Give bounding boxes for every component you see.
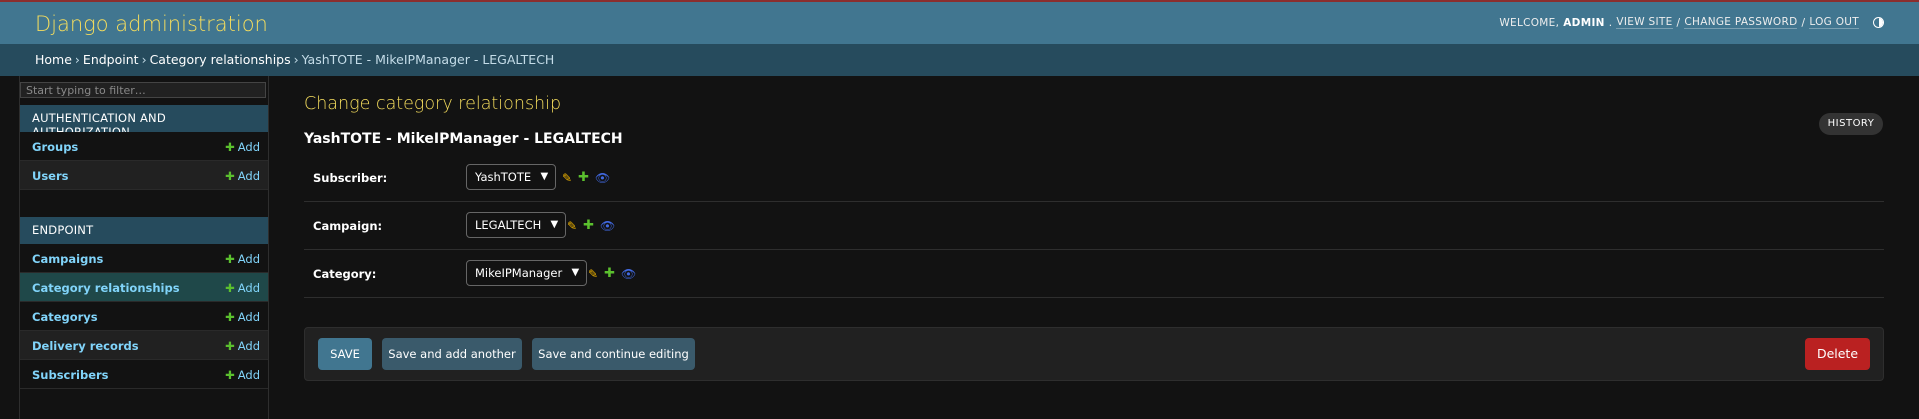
site-header: Django administration WELCOME, ADMIN. VI… xyxy=(0,0,1919,44)
nav-sidebar: Start typing to filter… AUTHENTICATION A… xyxy=(19,76,269,419)
subscriber-select[interactable]: YashTOTE ▼ xyxy=(466,164,557,190)
model-link-categorys[interactable]: Categorys xyxy=(32,310,98,324)
model-link-campaigns[interactable]: Campaigns xyxy=(32,252,103,266)
chevron-down-icon: ▼ xyxy=(540,171,549,182)
sidebar-item-campaigns: Campaigns ✚ Add xyxy=(20,244,268,273)
breadcrumb-home[interactable]: Home xyxy=(35,52,72,67)
model-link-delivery-records[interactable]: Delivery records xyxy=(32,339,139,353)
sidebar-item-groups: Groups ✚ Add xyxy=(20,132,268,161)
form-row-category: Category: MikeIPManager ▼ ✎ ✚ 👁 xyxy=(304,250,1884,298)
separator: / xyxy=(1801,16,1806,29)
field-label-campaign: Campaign: xyxy=(313,219,383,233)
plus-icon[interactable]: ✚ xyxy=(583,218,594,233)
form-row-subscriber: Subscriber: YashTOTE ▼ ✎ ✚ 👁 xyxy=(304,154,1884,202)
breadcrumb-separator: › xyxy=(141,52,147,67)
eye-icon[interactable]: 👁 xyxy=(600,219,615,233)
category-select[interactable]: MikeIPManager ▼ xyxy=(466,260,588,286)
breadcrumb-separator: › xyxy=(293,52,299,67)
plus-icon: ✚ xyxy=(225,140,235,154)
contrast-icon[interactable] xyxy=(1873,17,1884,28)
sidebar-item-users: Users ✚ Add xyxy=(20,161,268,190)
plus-icon: ✚ xyxy=(225,281,235,295)
model-link-groups[interactable]: Groups xyxy=(32,140,78,154)
main-content: Change category relationship YashTOTE - … xyxy=(304,76,1884,419)
nav-filter-input[interactable]: Start typing to filter… xyxy=(20,82,266,98)
history-button[interactable]: HISTORY xyxy=(1819,113,1883,135)
separator: / xyxy=(1676,16,1681,29)
delete-button[interactable]: Delete xyxy=(1805,338,1870,370)
pencil-icon[interactable]: ✎ xyxy=(567,219,577,233)
submit-row: SAVE Save and add another Save and conti… xyxy=(304,327,1884,381)
related-actions: ✎ ✚ 👁 xyxy=(562,170,610,185)
module-caption-auth[interactable]: AUTHENTICATION AND AUTHORIZATION xyxy=(20,105,268,139)
plus-icon: ✚ xyxy=(225,169,235,183)
model-link-category-relationships[interactable]: Category relationships xyxy=(32,281,180,295)
add-groups-link[interactable]: ✚ Add xyxy=(225,140,260,154)
user-tools: WELCOME, ADMIN. VIEW SITE / CHANGE PASSW… xyxy=(1499,16,1884,29)
field-label-subscriber: Subscriber: xyxy=(313,171,388,185)
pencil-icon[interactable]: ✎ xyxy=(588,267,598,281)
plus-icon: ✚ xyxy=(225,339,235,353)
breadcrumb-app[interactable]: Endpoint xyxy=(83,52,139,67)
add-subscribers-link[interactable]: ✚ Add xyxy=(225,368,260,382)
logout-link[interactable]: LOG OUT xyxy=(1809,16,1859,29)
add-users-link[interactable]: ✚ Add xyxy=(225,169,260,183)
form-row-campaign: Campaign: LEGALTECH ▼ ✎ ✚ 👁 xyxy=(304,202,1884,250)
eye-icon[interactable]: 👁 xyxy=(595,171,610,185)
save-and-continue-button[interactable]: Save and continue editing xyxy=(532,338,695,370)
change-password-link[interactable]: CHANGE PASSWORD xyxy=(1684,16,1798,29)
welcome-text: WELCOME, xyxy=(1499,16,1560,29)
save-and-add-another-button[interactable]: Save and add another xyxy=(382,338,522,370)
sidebar-item-delivery-records: Delivery records ✚ Add xyxy=(20,331,268,360)
save-button[interactable]: SAVE xyxy=(318,338,372,370)
add-delivery-records-link[interactable]: ✚ Add xyxy=(225,339,260,353)
page-title: Change category relationship xyxy=(304,94,562,114)
related-actions: ✎ ✚ 👁 xyxy=(588,266,636,281)
plus-icon: ✚ xyxy=(225,310,235,324)
related-actions: ✎ ✚ 👁 xyxy=(567,218,615,233)
campaign-select[interactable]: LEGALTECH ▼ xyxy=(466,212,567,238)
chevron-down-icon: ▼ xyxy=(550,219,559,230)
plus-icon: ✚ xyxy=(225,252,235,266)
sidebar-item-categorys: Categorys ✚ Add xyxy=(20,302,268,331)
breadcrumb-current: YashTOTE - MikeIPManager - LEGALTECH xyxy=(301,52,555,67)
view-site-link[interactable]: VIEW SITE xyxy=(1616,16,1673,29)
plus-icon: ✚ xyxy=(225,368,235,382)
add-campaigns-link[interactable]: ✚ Add xyxy=(225,252,260,266)
site-title[interactable]: Django administration xyxy=(35,12,268,36)
chevron-down-icon: ▼ xyxy=(571,267,580,278)
breadcrumb: Home › Endpoint › Category relationships › Yas… xyxy=(0,44,1919,76)
pencil-icon[interactable]: ✎ xyxy=(562,171,572,185)
sidebar-item-category-relationships: Category relationships ✚ Add xyxy=(20,273,268,302)
model-link-subscribers[interactable]: Subscribers xyxy=(32,368,109,382)
add-categorys-link[interactable]: ✚ Add xyxy=(225,310,260,324)
sidebar-item-subscribers: Subscribers ✚ Add xyxy=(20,360,268,389)
model-link-users[interactable]: Users xyxy=(32,169,69,183)
breadcrumb-model[interactable]: Category relationships xyxy=(150,52,291,67)
plus-icon[interactable]: ✚ xyxy=(578,170,589,185)
add-category-relationships-link[interactable]: ✚ Add xyxy=(225,281,260,295)
module-caption-endpoint[interactable]: ENDPOINT xyxy=(20,217,268,244)
eye-icon[interactable]: 👁 xyxy=(621,267,636,281)
plus-icon[interactable]: ✚ xyxy=(604,266,615,281)
username: ADMIN xyxy=(1563,16,1605,29)
field-label-category: Category: xyxy=(313,267,377,281)
breadcrumb-separator: › xyxy=(74,52,80,67)
object-title: YashTOTE - MikeIPManager - LEGALTECH xyxy=(304,131,623,147)
